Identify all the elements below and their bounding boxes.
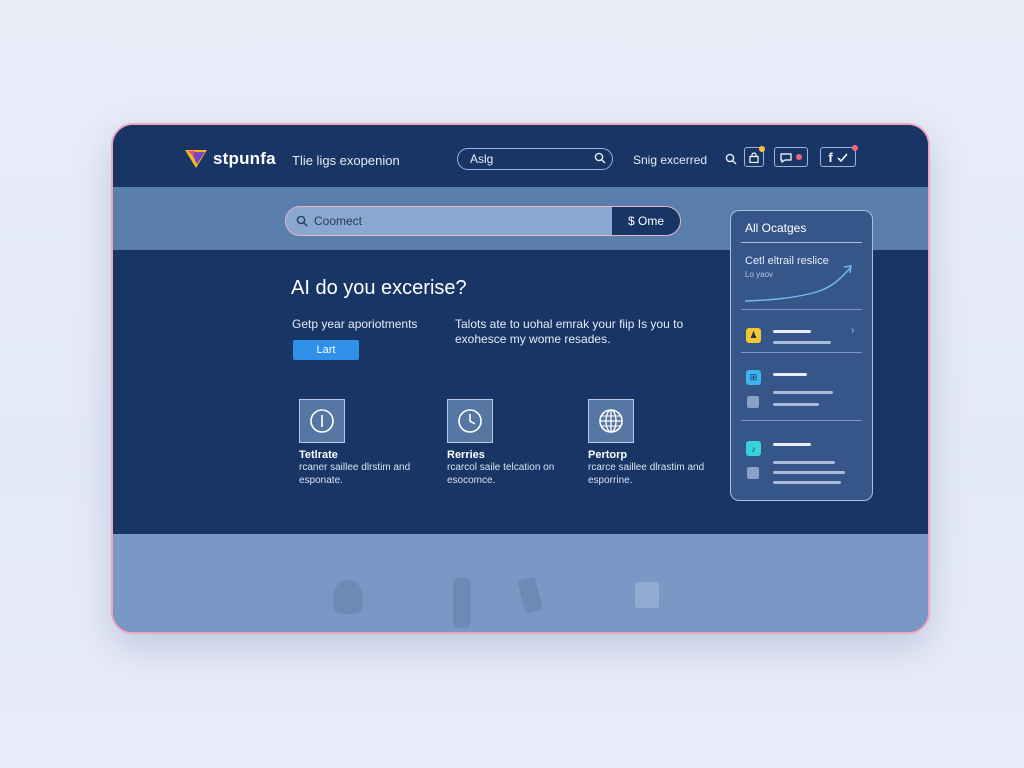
checkbox[interactable] <box>747 396 759 408</box>
nav-link[interactable]: Snig excerred <box>633 153 707 167</box>
chat-icon <box>780 152 792 163</box>
side-panel: All Ocatges Cetl eltrail reslice Lo yaov… <box>730 210 873 501</box>
list-item-chip: ⊞ <box>746 370 761 385</box>
list-item-bar <box>773 391 833 394</box>
list-item-bar <box>773 341 831 344</box>
logo-mark-icon <box>185 150 207 168</box>
check-icon <box>837 153 848 162</box>
feature-desc: rcaner saillee dlrstim and esponate. <box>299 462 411 486</box>
feature-title: Pertorp <box>588 449 628 461</box>
divider <box>741 242 862 243</box>
cta-button[interactable]: Lart <box>293 340 359 360</box>
hero-subtitle: Getp year aporiotments <box>292 317 418 331</box>
notification-badge <box>796 154 802 160</box>
clock-icon <box>447 399 493 443</box>
list-item-bar <box>773 481 841 484</box>
illustration <box>453 578 471 628</box>
divider <box>741 309 862 310</box>
list-item-bar <box>773 461 835 464</box>
app-window: stpunfa Tlie ligs exopenion Aslg Snig ex… <box>111 123 930 634</box>
feature-card[interactable]: Pertorp rcarce saillee dlrastim and espo… <box>588 399 738 487</box>
notification-badge <box>759 146 765 152</box>
list-item-bar <box>773 330 811 333</box>
search-icon <box>296 215 308 227</box>
illustration <box>635 582 659 608</box>
checkbox[interactable] <box>747 467 759 479</box>
list-item-bar <box>773 373 807 376</box>
list-item-bar <box>773 443 811 446</box>
nav-search-value: Aslg <box>470 152 494 166</box>
facebook-icon: f <box>828 149 833 165</box>
illustration <box>333 580 363 614</box>
lock-icon <box>749 151 759 163</box>
divider <box>741 420 862 421</box>
globe-icon <box>588 399 634 443</box>
feature-card[interactable]: Tetlrate rcaner saillee dlrstim and espo… <box>299 399 449 487</box>
page-title: AI do you excerise? <box>291 277 467 299</box>
list-item-chip: ♪ <box>746 441 761 456</box>
feature-desc: rcarce saillee dlrastim and esporrine. <box>588 462 705 486</box>
list-item-bar <box>773 471 845 474</box>
main-search-input[interactable]: Coomect <box>286 207 612 235</box>
main-search-button[interactable]: $ Ome <box>612 207 680 235</box>
feature-title: Rerries <box>447 449 485 461</box>
brand-name: stpunfa <box>213 149 276 168</box>
main-search[interactable]: Coomect $ Ome <box>285 206 681 236</box>
brand-tagline: Tlie ligs exopenion <box>292 153 400 168</box>
lock-button[interactable] <box>744 146 765 167</box>
share-button[interactable]: f <box>820 145 858 167</box>
chat-button[interactable] <box>774 147 808 167</box>
divider <box>741 352 862 353</box>
hero-description: Talots ate to uohal emrak your fiip Is y… <box>455 317 684 346</box>
feature-title: Tetlrate <box>299 449 338 461</box>
panel-title: All Ocatges <box>745 221 807 235</box>
list-item-bar <box>773 403 819 406</box>
info-icon <box>299 399 345 443</box>
nav-search-input[interactable]: Aslg <box>457 148 613 170</box>
list-item-chip: ♟ <box>746 328 761 343</box>
main-search-value: Coomect <box>314 214 363 228</box>
footer-band <box>113 534 928 632</box>
illustration <box>517 576 543 614</box>
search-icon[interactable] <box>725 153 737 165</box>
notification-badge <box>852 145 858 151</box>
brand-logo[interactable]: stpunfa <box>185 149 276 169</box>
feature-desc: rcarcol saile telcation on esocomce. <box>447 462 555 486</box>
trend-sparkline <box>744 265 852 302</box>
top-nav: stpunfa Tlie ligs exopenion Aslg Snig ex… <box>113 125 928 187</box>
feature-card[interactable]: Rerries rcarcol saile telcation on esoco… <box>447 399 597 487</box>
search-icon[interactable] <box>594 152 606 164</box>
chevron-right-icon[interactable]: › <box>851 325 854 336</box>
